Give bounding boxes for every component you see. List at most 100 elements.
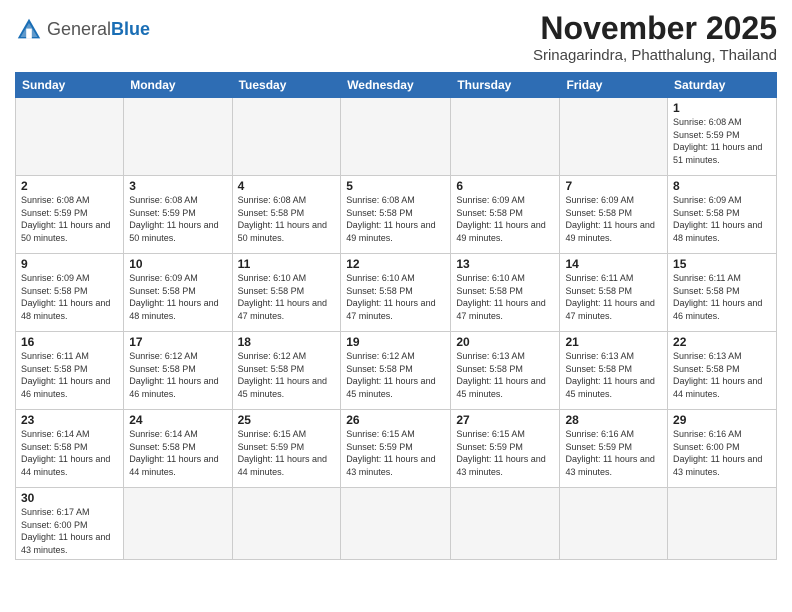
day-number: 2 [21, 179, 118, 193]
calendar-cell: 16Sunrise: 6:11 AM Sunset: 5:58 PM Dayli… [16, 332, 124, 410]
day-number: 15 [673, 257, 771, 271]
calendar-cell: 30Sunrise: 6:17 AM Sunset: 6:00 PM Dayli… [16, 488, 124, 560]
day-info: Sunrise: 6:09 AM Sunset: 5:58 PM Dayligh… [565, 194, 662, 244]
calendar-cell: 20Sunrise: 6:13 AM Sunset: 5:58 PM Dayli… [451, 332, 560, 410]
day-number: 1 [673, 101, 771, 115]
day-number: 19 [346, 335, 445, 349]
calendar-cell [124, 488, 232, 560]
calendar-cell [560, 98, 668, 176]
calendar-cell: 27Sunrise: 6:15 AM Sunset: 5:59 PM Dayli… [451, 410, 560, 488]
day-number: 7 [565, 179, 662, 193]
day-info: Sunrise: 6:12 AM Sunset: 5:58 PM Dayligh… [346, 350, 445, 400]
day-info: Sunrise: 6:08 AM Sunset: 5:59 PM Dayligh… [129, 194, 226, 244]
logo-icon [15, 16, 43, 44]
day-number: 13 [456, 257, 554, 271]
calendar-cell [232, 98, 341, 176]
page-title: November 2025 [533, 10, 777, 47]
calendar-cell: 9Sunrise: 6:09 AM Sunset: 5:58 PM Daylig… [16, 254, 124, 332]
day-number: 28 [565, 413, 662, 427]
calendar-cell: 5Sunrise: 6:08 AM Sunset: 5:58 PM Daylig… [341, 176, 451, 254]
calendar-cell: 19Sunrise: 6:12 AM Sunset: 5:58 PM Dayli… [341, 332, 451, 410]
day-info: Sunrise: 6:13 AM Sunset: 5:58 PM Dayligh… [673, 350, 771, 400]
calendar-cell: 12Sunrise: 6:10 AM Sunset: 5:58 PM Dayli… [341, 254, 451, 332]
day-info: Sunrise: 6:09 AM Sunset: 5:58 PM Dayligh… [129, 272, 226, 322]
day-info: Sunrise: 6:14 AM Sunset: 5:58 PM Dayligh… [129, 428, 226, 478]
day-info: Sunrise: 6:10 AM Sunset: 5:58 PM Dayligh… [456, 272, 554, 322]
calendar-cell: 21Sunrise: 6:13 AM Sunset: 5:58 PM Dayli… [560, 332, 668, 410]
day-number: 14 [565, 257, 662, 271]
calendar-cell [668, 488, 777, 560]
calendar-cell: 22Sunrise: 6:13 AM Sunset: 5:58 PM Dayli… [668, 332, 777, 410]
calendar-cell: 26Sunrise: 6:15 AM Sunset: 5:59 PM Dayli… [341, 410, 451, 488]
day-info: Sunrise: 6:14 AM Sunset: 5:58 PM Dayligh… [21, 428, 118, 478]
day-number: 29 [673, 413, 771, 427]
day-info: Sunrise: 6:13 AM Sunset: 5:58 PM Dayligh… [565, 350, 662, 400]
weekday-header-thursday: Thursday [451, 73, 560, 98]
calendar-week-row: 9Sunrise: 6:09 AM Sunset: 5:58 PM Daylig… [16, 254, 777, 332]
day-info: Sunrise: 6:09 AM Sunset: 5:58 PM Dayligh… [21, 272, 118, 322]
day-number: 3 [129, 179, 226, 193]
calendar-cell [451, 488, 560, 560]
weekday-header-row: SundayMondayTuesdayWednesdayThursdayFrid… [16, 73, 777, 98]
calendar-cell: 17Sunrise: 6:12 AM Sunset: 5:58 PM Dayli… [124, 332, 232, 410]
day-number: 16 [21, 335, 118, 349]
calendar-cell: 13Sunrise: 6:10 AM Sunset: 5:58 PM Dayli… [451, 254, 560, 332]
calendar-week-row: 1Sunrise: 6:08 AM Sunset: 5:59 PM Daylig… [16, 98, 777, 176]
header: GeneralBlue November 2025 Srinagarindra,… [15, 10, 777, 64]
calendar-cell: 4Sunrise: 6:08 AM Sunset: 5:58 PM Daylig… [232, 176, 341, 254]
weekday-header-wednesday: Wednesday [341, 73, 451, 98]
day-info: Sunrise: 6:10 AM Sunset: 5:58 PM Dayligh… [346, 272, 445, 322]
day-number: 11 [238, 257, 336, 271]
day-info: Sunrise: 6:12 AM Sunset: 5:58 PM Dayligh… [238, 350, 336, 400]
page: GeneralBlue November 2025 Srinagarindra,… [0, 0, 792, 612]
day-number: 10 [129, 257, 226, 271]
day-number: 22 [673, 335, 771, 349]
calendar-table: SundayMondayTuesdayWednesdayThursdayFrid… [15, 72, 777, 560]
calendar-cell: 3Sunrise: 6:08 AM Sunset: 5:59 PM Daylig… [124, 176, 232, 254]
calendar-cell [451, 98, 560, 176]
weekday-header-sunday: Sunday [16, 73, 124, 98]
weekday-header-friday: Friday [560, 73, 668, 98]
calendar-cell: 29Sunrise: 6:16 AM Sunset: 6:00 PM Dayli… [668, 410, 777, 488]
day-info: Sunrise: 6:08 AM Sunset: 5:58 PM Dayligh… [346, 194, 445, 244]
day-info: Sunrise: 6:09 AM Sunset: 5:58 PM Dayligh… [456, 194, 554, 244]
calendar-cell: 8Sunrise: 6:09 AM Sunset: 5:58 PM Daylig… [668, 176, 777, 254]
day-info: Sunrise: 6:15 AM Sunset: 5:59 PM Dayligh… [346, 428, 445, 478]
calendar-cell: 15Sunrise: 6:11 AM Sunset: 5:58 PM Dayli… [668, 254, 777, 332]
day-info: Sunrise: 6:16 AM Sunset: 6:00 PM Dayligh… [673, 428, 771, 478]
day-info: Sunrise: 6:12 AM Sunset: 5:58 PM Dayligh… [129, 350, 226, 400]
calendar-cell: 10Sunrise: 6:09 AM Sunset: 5:58 PM Dayli… [124, 254, 232, 332]
day-number: 23 [21, 413, 118, 427]
calendar-cell: 25Sunrise: 6:15 AM Sunset: 5:59 PM Dayli… [232, 410, 341, 488]
day-number: 18 [238, 335, 336, 349]
calendar-week-row: 2Sunrise: 6:08 AM Sunset: 5:59 PM Daylig… [16, 176, 777, 254]
calendar-cell [341, 98, 451, 176]
day-number: 25 [238, 413, 336, 427]
day-info: Sunrise: 6:15 AM Sunset: 5:59 PM Dayligh… [456, 428, 554, 478]
calendar-week-row: 30Sunrise: 6:17 AM Sunset: 6:00 PM Dayli… [16, 488, 777, 560]
calendar-week-row: 23Sunrise: 6:14 AM Sunset: 5:58 PM Dayli… [16, 410, 777, 488]
day-info: Sunrise: 6:08 AM Sunset: 5:59 PM Dayligh… [21, 194, 118, 244]
day-number: 30 [21, 491, 118, 505]
day-number: 27 [456, 413, 554, 427]
calendar-cell [341, 488, 451, 560]
title-block: November 2025 Srinagarindra, Phatthalung… [533, 10, 777, 64]
logo-text: GeneralBlue [47, 20, 150, 40]
calendar-cell: 28Sunrise: 6:16 AM Sunset: 5:59 PM Dayli… [560, 410, 668, 488]
calendar-cell: 1Sunrise: 6:08 AM Sunset: 5:59 PM Daylig… [668, 98, 777, 176]
day-info: Sunrise: 6:16 AM Sunset: 5:59 PM Dayligh… [565, 428, 662, 478]
calendar-cell: 6Sunrise: 6:09 AM Sunset: 5:58 PM Daylig… [451, 176, 560, 254]
day-info: Sunrise: 6:17 AM Sunset: 6:00 PM Dayligh… [21, 506, 118, 556]
day-number: 6 [456, 179, 554, 193]
calendar-cell: 23Sunrise: 6:14 AM Sunset: 5:58 PM Dayli… [16, 410, 124, 488]
weekday-header-tuesday: Tuesday [232, 73, 341, 98]
calendar-cell: 2Sunrise: 6:08 AM Sunset: 5:59 PM Daylig… [16, 176, 124, 254]
weekday-header-saturday: Saturday [668, 73, 777, 98]
logo: GeneralBlue [15, 16, 150, 44]
day-info: Sunrise: 6:11 AM Sunset: 5:58 PM Dayligh… [565, 272, 662, 322]
day-number: 21 [565, 335, 662, 349]
day-info: Sunrise: 6:08 AM Sunset: 5:59 PM Dayligh… [673, 116, 771, 166]
day-info: Sunrise: 6:15 AM Sunset: 5:59 PM Dayligh… [238, 428, 336, 478]
calendar-cell: 24Sunrise: 6:14 AM Sunset: 5:58 PM Dayli… [124, 410, 232, 488]
day-info: Sunrise: 6:13 AM Sunset: 5:58 PM Dayligh… [456, 350, 554, 400]
